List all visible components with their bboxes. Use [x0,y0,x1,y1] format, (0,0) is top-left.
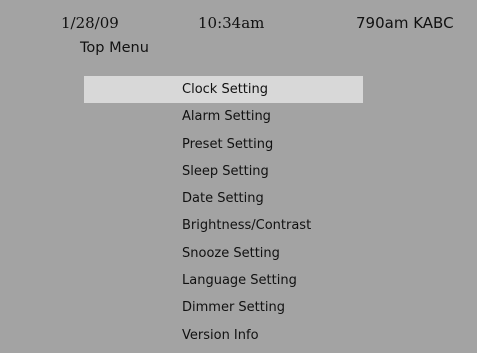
menu-title: Top Menu [80,40,149,56]
settings-menu: Clock Setting Alarm Setting Preset Setti… [84,76,363,349]
device-screen: 1/28/09 10:34am 790am KABC Top Menu Cloc… [0,0,477,353]
menu-item-preset-setting[interactable]: Preset Setting [84,131,363,158]
station-display: 790am KABC [356,14,454,32]
time-display: 10:34am [198,14,265,32]
menu-item-brightness-contrast[interactable]: Brightness/Contrast [84,212,363,239]
menu-item-snooze-setting[interactable]: Snooze Setting [84,240,363,267]
menu-item-alarm-setting[interactable]: Alarm Setting [84,103,363,130]
menu-item-version-info[interactable]: Version Info [84,322,363,349]
menu-item-date-setting[interactable]: Date Setting [84,185,363,212]
menu-item-clock-setting[interactable]: Clock Setting [84,76,363,104]
menu-item-dimmer-setting[interactable]: Dimmer Setting [84,294,363,321]
menu-item-language-setting[interactable]: Language Setting [84,267,363,294]
date-display: 1/28/09 [61,14,119,32]
menu-item-sleep-setting[interactable]: Sleep Setting [84,158,363,185]
